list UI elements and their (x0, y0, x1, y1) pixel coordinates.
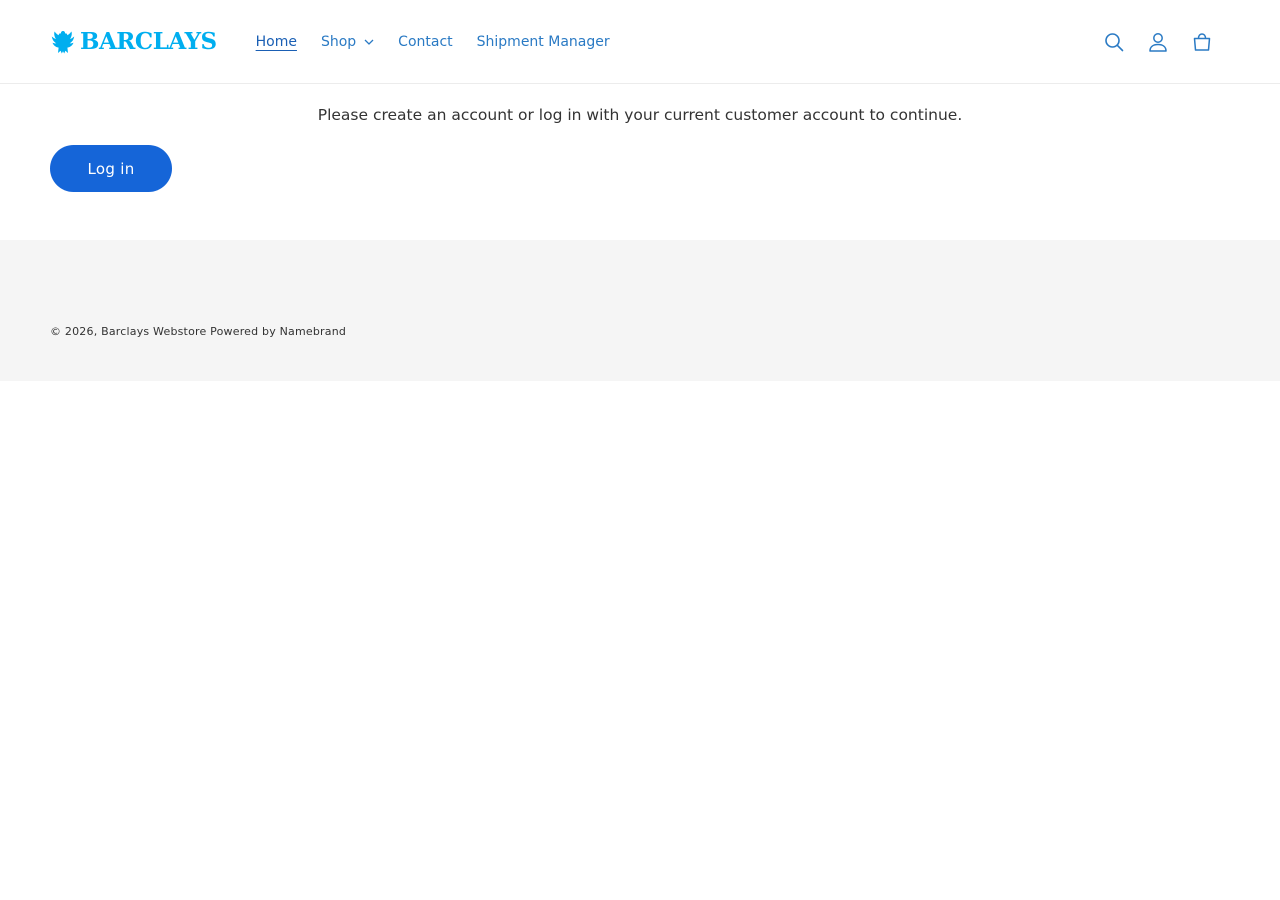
account-button[interactable] (1136, 20, 1180, 64)
account-icon (1149, 33, 1167, 52)
cart-button[interactable] (1180, 20, 1224, 64)
login-required-message: Please create an account or log in with … (317, 106, 963, 124)
search-icon (1105, 33, 1124, 52)
nav-contact[interactable]: Contact (398, 32, 452, 52)
brand-name: BARCLAYS (80, 28, 217, 55)
powered-by-link[interactable]: Powered by Namebrand (210, 325, 346, 338)
nav-shop-label: Shop (320, 33, 357, 50)
site-header: BARCLAYS Home Shop Contact Shipment Mana… (0, 0, 1280, 84)
header-icons (1092, 0, 1224, 84)
search-button[interactable] (1092, 20, 1136, 64)
main-nav: Home Shop Contact Shipment Manager (256, 32, 634, 52)
eagle-logo-icon (51, 30, 75, 53)
copyright: © 2026, Barclays Webstore Powered by Nam… (50, 324, 346, 340)
barclays-logo[interactable]: BARCLAYS (50, 27, 217, 57)
main-content: Please create an account or log in with … (0, 84, 1280, 240)
nav-shop[interactable]: Shop (321, 32, 374, 52)
nav-shipment-manager[interactable]: Shipment Manager (477, 32, 610, 52)
nav-home[interactable]: Home (256, 32, 297, 52)
store-name-link[interactable]: Barclays Webstore (101, 325, 206, 338)
login-button[interactable]: Log in (50, 145, 172, 192)
site-footer: © 2026, Barclays Webstore Powered by Nam… (0, 240, 1280, 381)
copyright-prefix: © 2026, (50, 325, 98, 338)
cart-icon (1193, 33, 1211, 51)
chevron-down-icon (364, 39, 374, 45)
